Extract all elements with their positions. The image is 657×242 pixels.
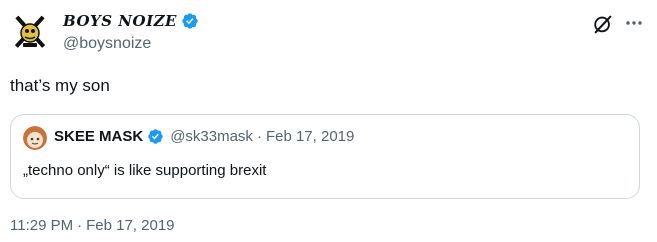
quote-separator: ·	[256, 128, 262, 145]
quote-handle[interactable]: @sk33mask	[170, 128, 253, 145]
skee-mask-avatar-icon	[23, 126, 47, 150]
tweet: BOYS NOIZE @boysnoize that’s my son SKEE…	[0, 0, 657, 242]
verified-badge-icon	[148, 129, 163, 144]
name-row: BOYS NOIZE	[63, 9, 647, 33]
boys-noize-logo-icon	[13, 14, 47, 50]
avatar[interactable]	[10, 12, 50, 52]
tweet-meta: 11:29 PM · Feb 17, 2019	[10, 217, 175, 234]
quote-text: „techno only“ is like supporting brexit	[23, 162, 267, 179]
grok-icon[interactable]	[592, 13, 614, 35]
tweet-date[interactable]: Feb 17, 2019	[86, 217, 174, 234]
handle[interactable]: @boysnoize	[63, 35, 647, 53]
more-options-icon[interactable]	[624, 13, 644, 33]
quote-header: SKEE MASK @sk33mask · Feb 17, 2019	[54, 128, 354, 145]
display-name[interactable]: BOYS NOIZE	[63, 12, 177, 30]
quote-avatar[interactable]	[23, 126, 47, 150]
tweet-header: BOYS NOIZE @boysnoize	[63, 9, 647, 53]
meta-separator: ·	[77, 217, 83, 234]
quote-date[interactable]: Feb 17, 2019	[266, 128, 354, 145]
quote-display-name[interactable]: SKEE MASK	[54, 128, 143, 145]
tweet-text: that’s my son	[10, 76, 110, 95]
verified-badge-icon	[182, 13, 198, 29]
tweet-time[interactable]: 11:29 PM	[10, 217, 73, 234]
quoted-tweet[interactable]: SKEE MASK @sk33mask · Feb 17, 2019 „tech…	[10, 114, 640, 199]
